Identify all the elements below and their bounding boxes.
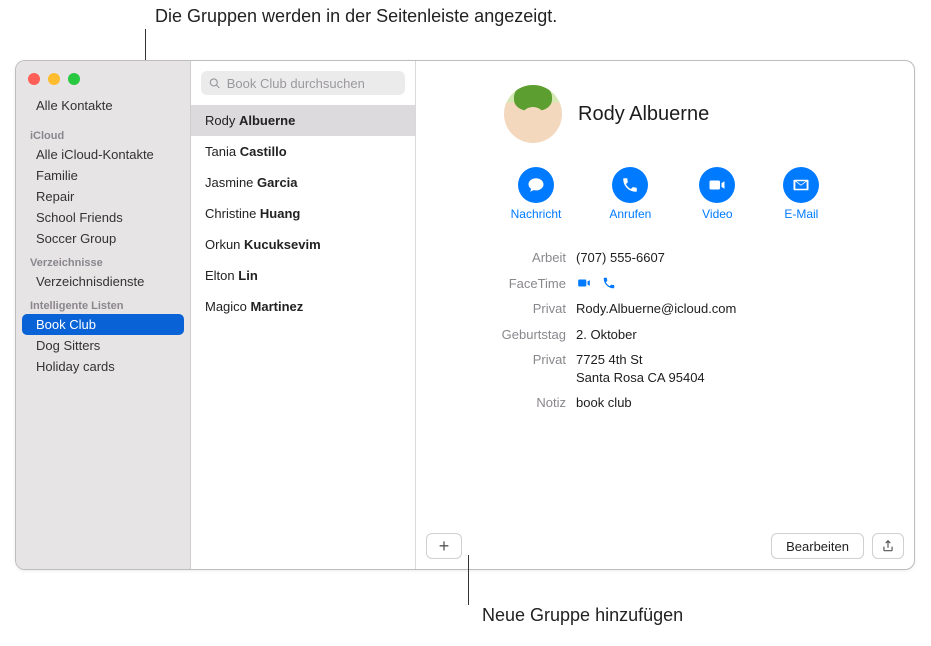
detail-fields: Arbeit (707) 555-6607 FaceTime Privat Ro… <box>416 239 914 416</box>
window-controls <box>16 67 190 95</box>
field-value[interactable]: (707) 555-6607 <box>576 249 874 267</box>
phone-icon <box>612 167 648 203</box>
list-item[interactable]: Christine Huang <box>191 198 415 229</box>
search-field[interactable] <box>201 71 405 95</box>
sidebar-item-icloud-all[interactable]: Alle iCloud-Kontakte <box>22 144 184 165</box>
field-private-address: Privat 7725 4th St Santa Rosa CA 95404 <box>416 347 874 390</box>
contact-first: Jasmine <box>205 175 253 190</box>
search-input[interactable] <box>227 76 397 91</box>
sidebar-item-repair[interactable]: Repair <box>22 186 184 207</box>
contact-first: Orkun <box>205 237 240 252</box>
field-value[interactable]: Rody.Albuerne@icloud.com <box>576 300 874 318</box>
action-message[interactable]: Nachricht <box>511 167 562 221</box>
action-label: Video <box>702 207 732 221</box>
action-video[interactable]: Video <box>699 167 735 221</box>
share-button[interactable] <box>872 533 904 559</box>
field-value: 2. Oktober <box>576 326 874 344</box>
share-icon <box>881 538 895 554</box>
field-birthday: Geburtstag 2. Oktober <box>416 322 874 348</box>
list-item[interactable]: Magico Martinez <box>191 291 415 322</box>
action-label: Nachricht <box>511 207 562 221</box>
contact-last: Albuerne <box>239 113 295 128</box>
facetime-phone-icon[interactable] <box>602 276 616 290</box>
field-label: Geburtstag <box>416 326 576 344</box>
sidebar-item-directory-services[interactable]: Verzeichnisdienste <box>22 271 184 292</box>
contact-name: Rody Albuerne <box>578 103 709 126</box>
callout-line <box>468 555 469 605</box>
sidebar-header-icloud: iCloud <box>16 122 190 144</box>
email-icon <box>783 167 819 203</box>
contact-last: Garcia <box>257 175 297 190</box>
action-call[interactable]: Anrufen <box>609 167 651 221</box>
sidebar-header-directories: Verzeichnisse <box>16 249 190 271</box>
action-label: Anrufen <box>609 207 651 221</box>
facetime-video-icon[interactable] <box>576 276 592 290</box>
list-item[interactable]: Orkun Kucuksevim <box>191 229 415 260</box>
contact-first: Magico <box>205 299 247 314</box>
video-icon <box>699 167 735 203</box>
address-line1: 7725 4th St <box>576 352 643 367</box>
field-private-email: Privat Rody.Albuerne@icloud.com <box>416 296 874 322</box>
field-work-phone: Arbeit (707) 555-6607 <box>416 245 874 271</box>
list-item[interactable]: Elton Lin <box>191 260 415 291</box>
list-item[interactable]: Tania Castillo <box>191 136 415 167</box>
action-label: E-Mail <box>784 207 818 221</box>
list-item[interactable]: Rody Albuerne <box>191 105 415 136</box>
action-email[interactable]: E-Mail <box>783 167 819 221</box>
edit-button[interactable]: Bearbeiten <box>771 533 864 559</box>
sidebar-item-holiday-cards[interactable]: Holiday cards <box>22 356 184 377</box>
action-row: Nachricht Anrufen Video E-Mail <box>416 159 914 239</box>
plus-icon: + <box>439 536 450 557</box>
list-item[interactable]: Jasmine Garcia <box>191 167 415 198</box>
sidebar: Alle Kontakte iCloud Alle iCloud-Kontakt… <box>16 61 191 569</box>
contact-list: Rody Albuerne Tania Castillo Jasmine Gar… <box>191 61 416 569</box>
contact-first: Rody <box>205 113 235 128</box>
contact-last: Kucuksevim <box>244 237 321 252</box>
contact-last: Martinez <box>251 299 304 314</box>
avatar[interactable] <box>504 85 562 143</box>
contact-detail: Rody Albuerne Nachricht Anrufen Video <box>416 61 914 569</box>
field-value[interactable]: book club <box>576 394 874 412</box>
sidebar-item-book-club[interactable]: Book Club <box>22 314 184 335</box>
contact-last: Castillo <box>240 144 287 159</box>
contact-last: Lin <box>238 268 258 283</box>
field-label: Privat <box>416 351 576 386</box>
contact-last: Huang <box>260 206 300 221</box>
field-note: Notiz book club <box>416 390 874 416</box>
field-value <box>576 275 874 293</box>
field-label: Notiz <box>416 394 576 412</box>
contact-first: Elton <box>205 268 235 283</box>
field-value[interactable]: 7725 4th St Santa Rosa CA 95404 <box>576 351 874 386</box>
detail-header: Rody Albuerne <box>416 61 914 159</box>
field-facetime: FaceTime <box>416 271 874 297</box>
fullscreen-button[interactable] <box>68 73 80 85</box>
sidebar-header-smart-lists: Intelligente Listen <box>16 292 190 314</box>
sidebar-item-dog-sitters[interactable]: Dog Sitters <box>22 335 184 356</box>
sidebar-item-soccer-group[interactable]: Soccer Group <box>22 228 184 249</box>
field-label: Arbeit <box>416 249 576 267</box>
minimize-button[interactable] <box>48 73 60 85</box>
contact-first: Tania <box>205 144 236 159</box>
message-icon <box>518 167 554 203</box>
contact-first: Christine <box>205 206 256 221</box>
add-button[interactable]: + <box>426 533 462 559</box>
contacts-window: Alle Kontakte iCloud Alle iCloud-Kontakt… <box>15 60 915 570</box>
sidebar-item-school-friends[interactable]: School Friends <box>22 207 184 228</box>
field-label: Privat <box>416 300 576 318</box>
callout-sidebar-groups: Die Gruppen werden in der Seitenleiste a… <box>155 6 557 27</box>
close-button[interactable] <box>28 73 40 85</box>
field-label: FaceTime <box>416 275 576 293</box>
callout-add-group: Neue Gruppe hinzufügen <box>482 605 683 626</box>
search-icon <box>209 77 221 90</box>
sidebar-item-family[interactable]: Familie <box>22 165 184 186</box>
address-line2: Santa Rosa CA 95404 <box>576 370 705 385</box>
detail-footer: + Bearbeiten <box>426 533 904 559</box>
sidebar-item-all-contacts[interactable]: Alle Kontakte <box>22 95 184 116</box>
